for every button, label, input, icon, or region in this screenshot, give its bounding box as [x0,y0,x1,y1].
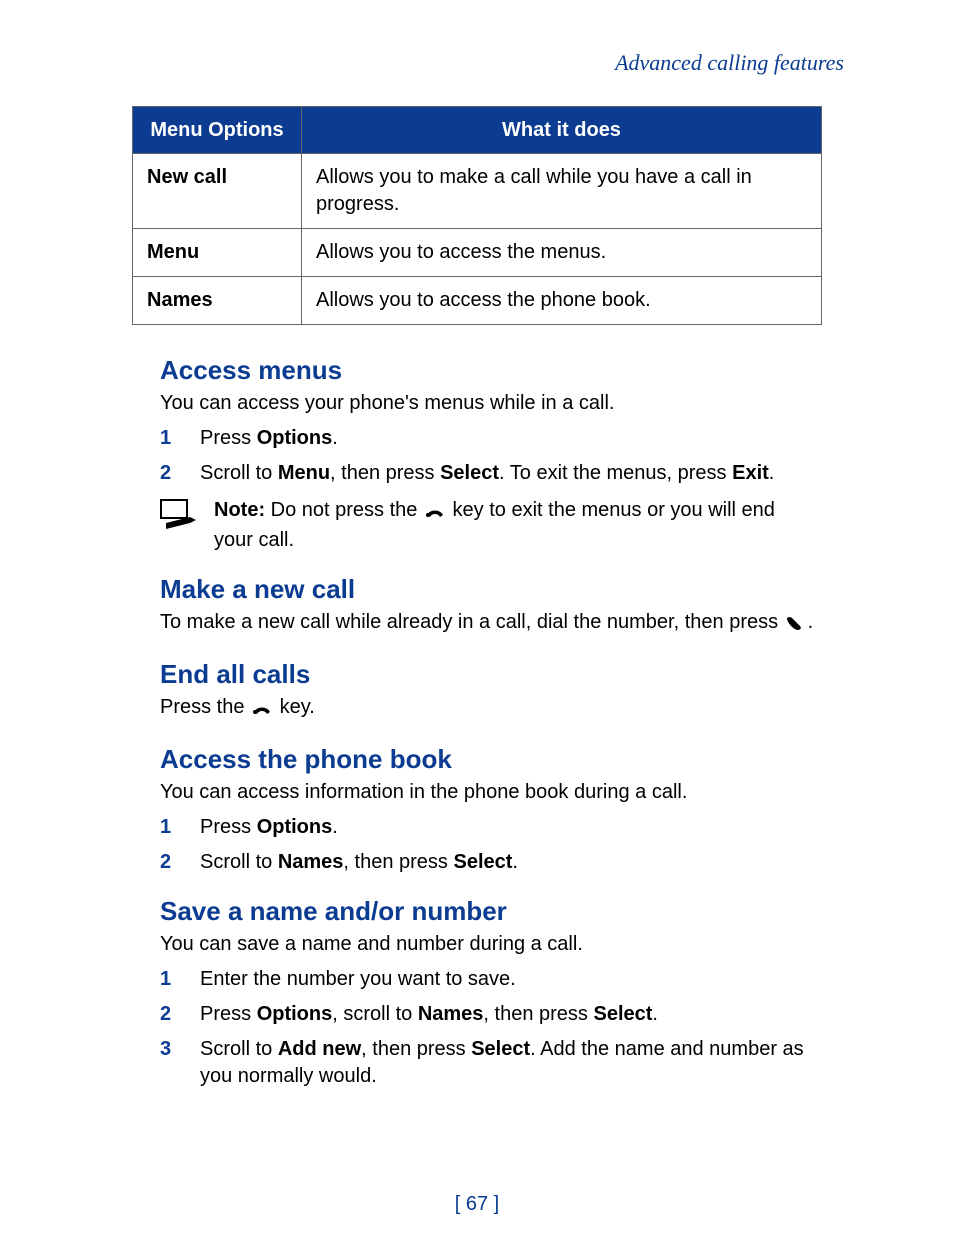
list-item: Enter the number you want to save. [160,966,814,993]
list-item: Press Options. [160,425,814,452]
table-row: Names Allows you to access the phone boo… [133,277,822,325]
section-body: To make a new call while already in a ca… [160,609,814,639]
section-heading-access-menus: Access menus [160,355,854,386]
table-row: New call Allows you to make a call while… [133,154,822,229]
end-call-key-icon [250,697,274,724]
step-list: Press Options. Scroll to Names, then pre… [160,814,814,876]
section-heading-end-all-calls: End all calls [160,659,854,690]
table-header-row: Menu Options What it does [133,107,822,154]
col-header-what-it-does: What it does [302,107,822,154]
list-item: Scroll to Names, then press Select. [160,849,814,876]
list-item: Press Options, scroll to Names, then pre… [160,1001,814,1028]
end-call-key-icon [423,500,447,527]
note-text: Note: Do not press the key to exit the m… [214,497,814,554]
cell-desc: Allows you to access the phone book. [302,277,822,325]
step-list: Enter the number you want to save. Press… [160,966,814,1090]
step-list: Press Options. Scroll to Menu, then pres… [160,425,814,487]
list-item: Scroll to Menu, then press Select. To ex… [160,460,814,487]
manual-page: Advanced calling features Menu Options W… [0,0,954,1248]
cell-desc: Allows you to make a call while you have… [302,154,822,229]
list-item: Press Options. [160,814,814,841]
section-intro: You can access your phone's menus while … [160,390,814,417]
cell-option: Names [133,277,302,325]
section-intro: You can save a name and number during a … [160,931,814,958]
cell-option: Menu [133,229,302,277]
cell-desc: Allows you to access the menus. [302,229,822,277]
section-body: Press the key. [160,694,814,724]
section-heading-save-name-number: Save a name and/or number [160,896,854,927]
menu-options-table: Menu Options What it does New call Allow… [132,106,822,325]
section-heading-access-phone-book: Access the phone book [160,744,854,775]
table-row: Menu Allows you to access the menus. [133,229,822,277]
page-header: Advanced calling features [100,50,854,76]
section-intro: You can access information in the phone … [160,779,814,806]
cell-option: New call [133,154,302,229]
list-item: Scroll to Add new, then press Select. Ad… [160,1036,814,1090]
note-block: Note: Do not press the key to exit the m… [160,497,814,554]
page-number: [ 67 ] [0,1193,954,1216]
section-heading-make-new-call: Make a new call [160,574,854,605]
call-key-icon [784,612,808,639]
note-icon [160,499,196,537]
col-header-menu-options: Menu Options [133,107,302,154]
